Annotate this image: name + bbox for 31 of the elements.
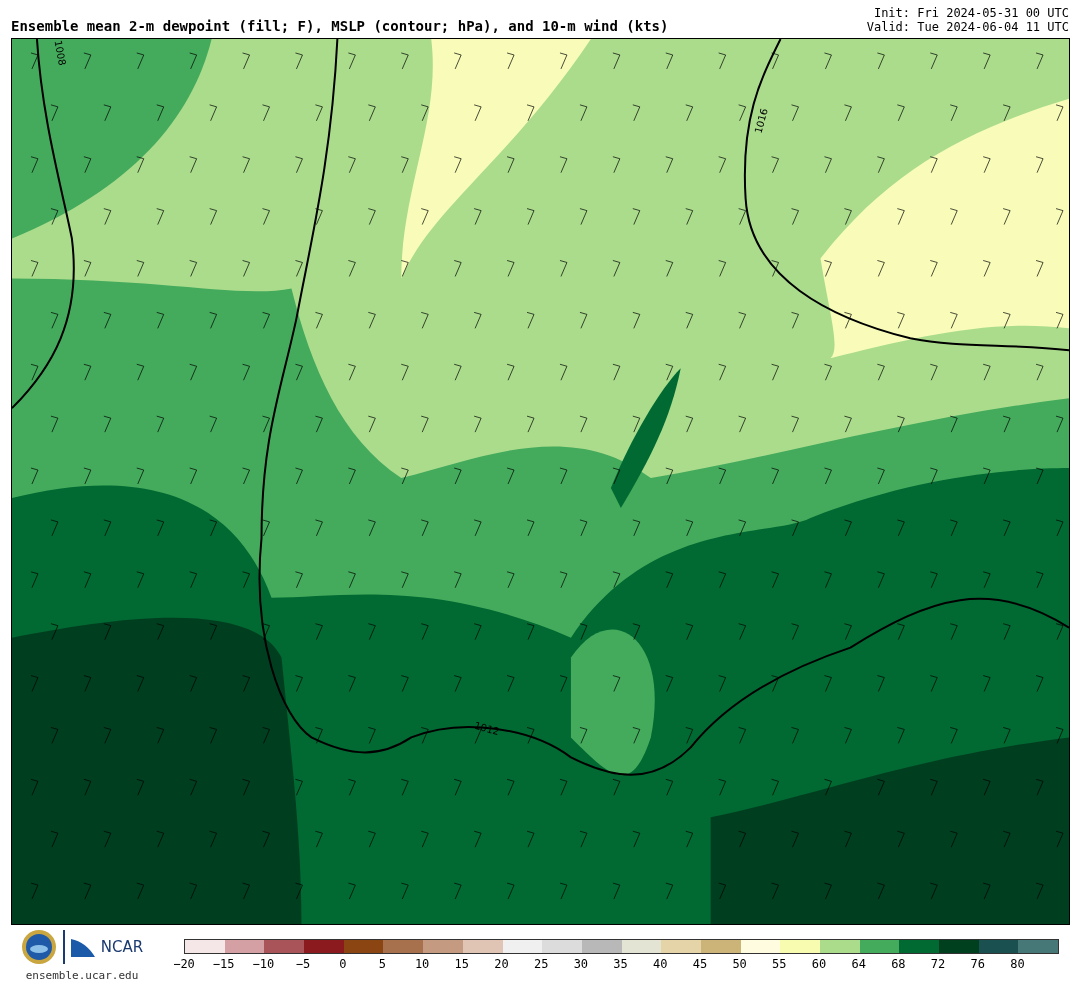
tick-label: 35 — [612, 957, 629, 971]
tick-label: 40 — [652, 957, 669, 971]
chart-title: Ensemble mean 2-m dewpoint (fill; F), MSLP (contour; hPa), and 10-m wind (kts) — [11, 18, 669, 34]
tick-label: −15 — [211, 957, 236, 971]
tick-label: 76 — [969, 957, 986, 971]
tick-label: 60 — [810, 957, 828, 971]
tick-label: 68 — [890, 957, 907, 971]
tick-label: 15 — [453, 957, 471, 971]
init-time: Init: Fri 2024-05-31 00 UTC — [873, 6, 1069, 20]
tick-label: 10 — [413, 957, 431, 971]
tick-label: 72 — [929, 957, 947, 971]
contour-label: 1016 — [753, 107, 770, 135]
tick-label: 45 — [691, 957, 709, 971]
contour-label: 1008 — [52, 39, 67, 67]
tick-label: 30 — [572, 957, 590, 971]
tick-label: 0 — [338, 957, 348, 971]
tick-label: −20 — [172, 957, 196, 971]
tick-label: 64 — [850, 957, 867, 971]
tick-label: −5 — [294, 957, 312, 971]
tick-label: 25 — [532, 957, 550, 971]
seal-logo-icon — [20, 929, 57, 965]
logo-text: NCAR — [100, 938, 144, 956]
tick-label: 55 — [771, 957, 788, 971]
valid-time: Valid: Tue 2024-06-04 11 UTC — [866, 20, 1069, 34]
tick-label: 20 — [493, 957, 510, 971]
tick-label: −10 — [251, 957, 276, 971]
divider-icon — [62, 930, 65, 964]
website-url: ensemble.ucar.edu — [25, 969, 139, 982]
tick-label: 50 — [731, 957, 748, 971]
tick-label: 80 — [1009, 957, 1026, 971]
tick-label: 5 — [377, 957, 388, 971]
